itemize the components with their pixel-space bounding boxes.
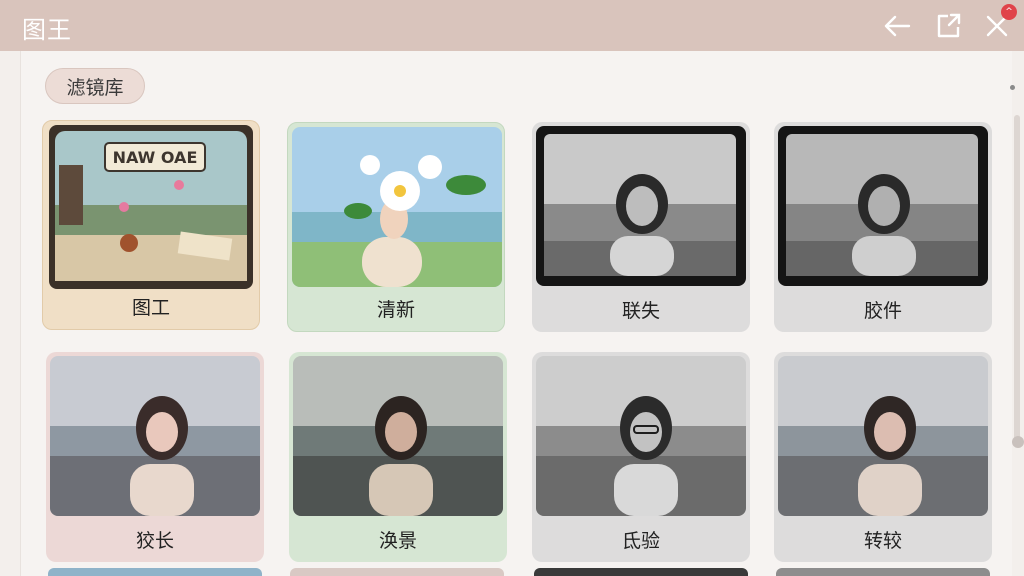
filter-card-peek[interactable] [534,568,748,576]
title-bar [0,0,1024,51]
scroll-indicator-dot [1010,85,1015,90]
filter-thumbnail [50,356,260,516]
scrollbar[interactable] [1014,115,1020,445]
filter-thumbnail [536,126,746,286]
filter-label: 清新 [376,299,415,321]
filter-card-2[interactable]: 清新 [287,122,505,332]
filter-thumbnail [778,356,988,516]
filter-label: 涣景 [378,530,417,552]
filter-card-7[interactable]: 氐验 [532,352,750,562]
filter-thumbnail [536,356,746,516]
filter-label: 氐验 [621,530,660,552]
filter-card-1[interactable]: NAW OAE 图工 [42,120,260,330]
share-button[interactable] [932,10,964,42]
filter-label: 转较 [863,530,902,552]
filter-card-peek[interactable] [48,568,262,576]
filter-label: 联失 [621,300,660,322]
filter-label: 图工 [131,297,170,319]
filter-thumbnail [292,127,502,287]
filter-library-chip[interactable]: 滤镜库 [45,68,145,104]
app-title: 图王 [22,16,72,44]
thumbnail-sign-text: NAW OAE [113,148,198,167]
share-icon [937,13,961,38]
filter-thumbnail [778,126,988,286]
filter-thumbnail: NAW OAE [49,125,253,289]
filter-card-6[interactable]: 涣景 [289,352,507,562]
filter-label: 狡长 [135,530,174,552]
arrow-left-icon [884,15,911,37]
filter-card-5[interactable]: 狡长 [46,352,264,562]
scrollbar-handle[interactable] [1012,436,1024,448]
back-button[interactable] [881,10,913,42]
filter-card-peek[interactable] [290,568,504,576]
filter-card-3[interactable]: 联失 [532,122,750,332]
filter-card-8[interactable]: 转较 [774,352,992,562]
filter-card-4[interactable]: 胶件 [774,122,992,332]
filter-thumbnail [293,356,503,516]
filter-label: 胶件 [863,300,902,322]
notification-badge: ^ [1001,4,1017,20]
filter-card-peek[interactable] [776,568,990,576]
